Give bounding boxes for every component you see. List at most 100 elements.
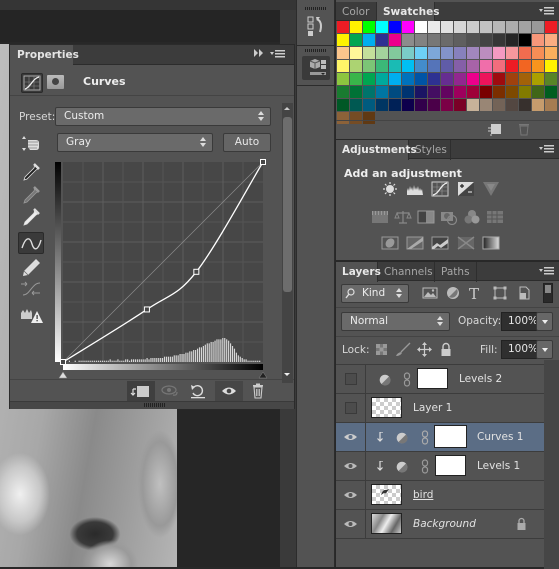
layer-row[interactable]: Background [336,510,544,539]
swatch[interactable] [389,86,401,98]
tab-adjustments[interactable]: Adjustments [336,140,417,160]
fill-input[interactable]: 100% [501,340,538,359]
swatch[interactable] [428,86,440,98]
3d-panel-icon[interactable] [302,56,330,80]
swatch[interactable] [467,73,479,85]
swatch[interactable] [428,21,440,33]
swatch[interactable] [441,47,453,59]
targeted-adjustment-tool[interactable] [18,133,44,155]
photo-filter-icon[interactable] [440,209,458,226]
swatch[interactable] [376,86,388,98]
swatch[interactable] [454,47,466,59]
swatch[interactable] [467,86,479,98]
swatch[interactable] [376,60,388,72]
swatch[interactable] [428,99,440,111]
swatch[interactable] [350,86,362,98]
swatch[interactable] [415,73,427,85]
swatch[interactable] [480,34,492,46]
dock-grip[interactable] [305,7,327,10]
gray-point-eyedropper-icon[interactable] [18,184,44,206]
layer-mask-thumbnail[interactable] [435,455,466,476]
lock-all-icon[interactable] [440,342,452,360]
swatch[interactable] [376,34,388,46]
swatch[interactable] [454,73,466,85]
swatch[interactable] [337,47,349,59]
swatch[interactable] [480,21,492,33]
swatch[interactable] [350,112,362,124]
swatch[interactable] [532,21,544,33]
preset-select[interactable]: Custom [55,107,271,126]
collapse-icon[interactable] [253,48,265,61]
swatch[interactable] [415,34,427,46]
swatch[interactable] [532,34,544,46]
tab-styles[interactable]: Styles [409,140,451,160]
filter-adjustment-icon[interactable] [446,286,460,303]
swatch[interactable] [389,73,401,85]
invert-icon[interactable] [381,235,399,251]
swatch[interactable] [532,86,544,98]
swatch[interactable] [363,86,375,98]
opacity-input[interactable]: 100% [501,312,538,331]
link-icon[interactable] [403,372,411,387]
panel-menu-icon[interactable] [539,144,555,154]
swatch[interactable] [337,99,349,111]
swatch[interactable] [350,60,362,72]
swatch[interactable] [363,73,375,85]
history-panel-icon[interactable] [304,14,328,40]
curves-icon[interactable] [431,181,449,197]
swatch[interactable] [428,73,440,85]
swatch[interactable] [493,34,505,46]
panel-menu-icon[interactable] [539,266,555,276]
swatch[interactable] [480,47,492,59]
swatch[interactable] [532,60,544,72]
layer-thumbnail[interactable] [371,397,402,418]
filter-shape-icon[interactable] [493,286,507,303]
swatch[interactable] [402,99,414,111]
reset-button[interactable] [184,381,212,401]
swatch[interactable] [532,99,544,111]
visibility-toggle[interactable] [336,423,366,452]
tab-color[interactable]: Color [336,2,377,22]
link-icon[interactable] [421,459,429,474]
lock-position-icon[interactable] [417,342,432,360]
swatch[interactable] [389,60,401,72]
swatch[interactable] [545,60,557,72]
swatch[interactable] [506,34,518,46]
filter-pixel-icon[interactable] [422,286,438,303]
tab-paths[interactable]: Paths [435,262,477,282]
layer-thumbnail[interactable] [371,513,402,534]
delete-swatch-icon[interactable] [516,122,532,136]
visibility-toggle[interactable] [336,394,366,423]
swatch[interactable] [337,86,349,98]
clip-to-layer-button[interactable] [127,381,155,401]
swatch[interactable] [519,21,531,33]
pencil-draw-icon[interactable] [18,256,44,278]
edit-points-curve-icon[interactable] [18,232,44,254]
filter-toggle-switch[interactable] [543,283,553,303]
swatch[interactable] [376,47,388,59]
smooth-curve-icon[interactable] [18,278,44,300]
swatch[interactable] [428,34,440,46]
swatch[interactable] [337,34,349,46]
swatch[interactable] [428,47,440,59]
swatch[interactable] [545,73,557,85]
swatch[interactable] [350,47,362,59]
swatch[interactable] [493,73,505,85]
mask-icon[interactable] [47,75,64,89]
swatch[interactable] [506,73,518,85]
toggle-visibility-button[interactable] [215,381,243,401]
threshold-icon[interactable] [431,235,449,251]
layer-thumbnail[interactable] [371,484,402,505]
scroll-down-icon[interactable] [284,373,290,376]
swatch[interactable] [480,60,492,72]
swatch[interactable] [350,34,362,46]
curves-adjustment-icon[interactable] [21,73,43,93]
swatch[interactable] [350,21,362,33]
fill-dropdown-button[interactable] [536,340,553,359]
swatch[interactable] [493,47,505,59]
swatch[interactable] [545,34,557,46]
panel-menu-icon[interactable] [270,49,286,62]
swatch[interactable] [441,34,453,46]
swatch[interactable] [441,99,453,111]
swatch[interactable] [337,73,349,85]
